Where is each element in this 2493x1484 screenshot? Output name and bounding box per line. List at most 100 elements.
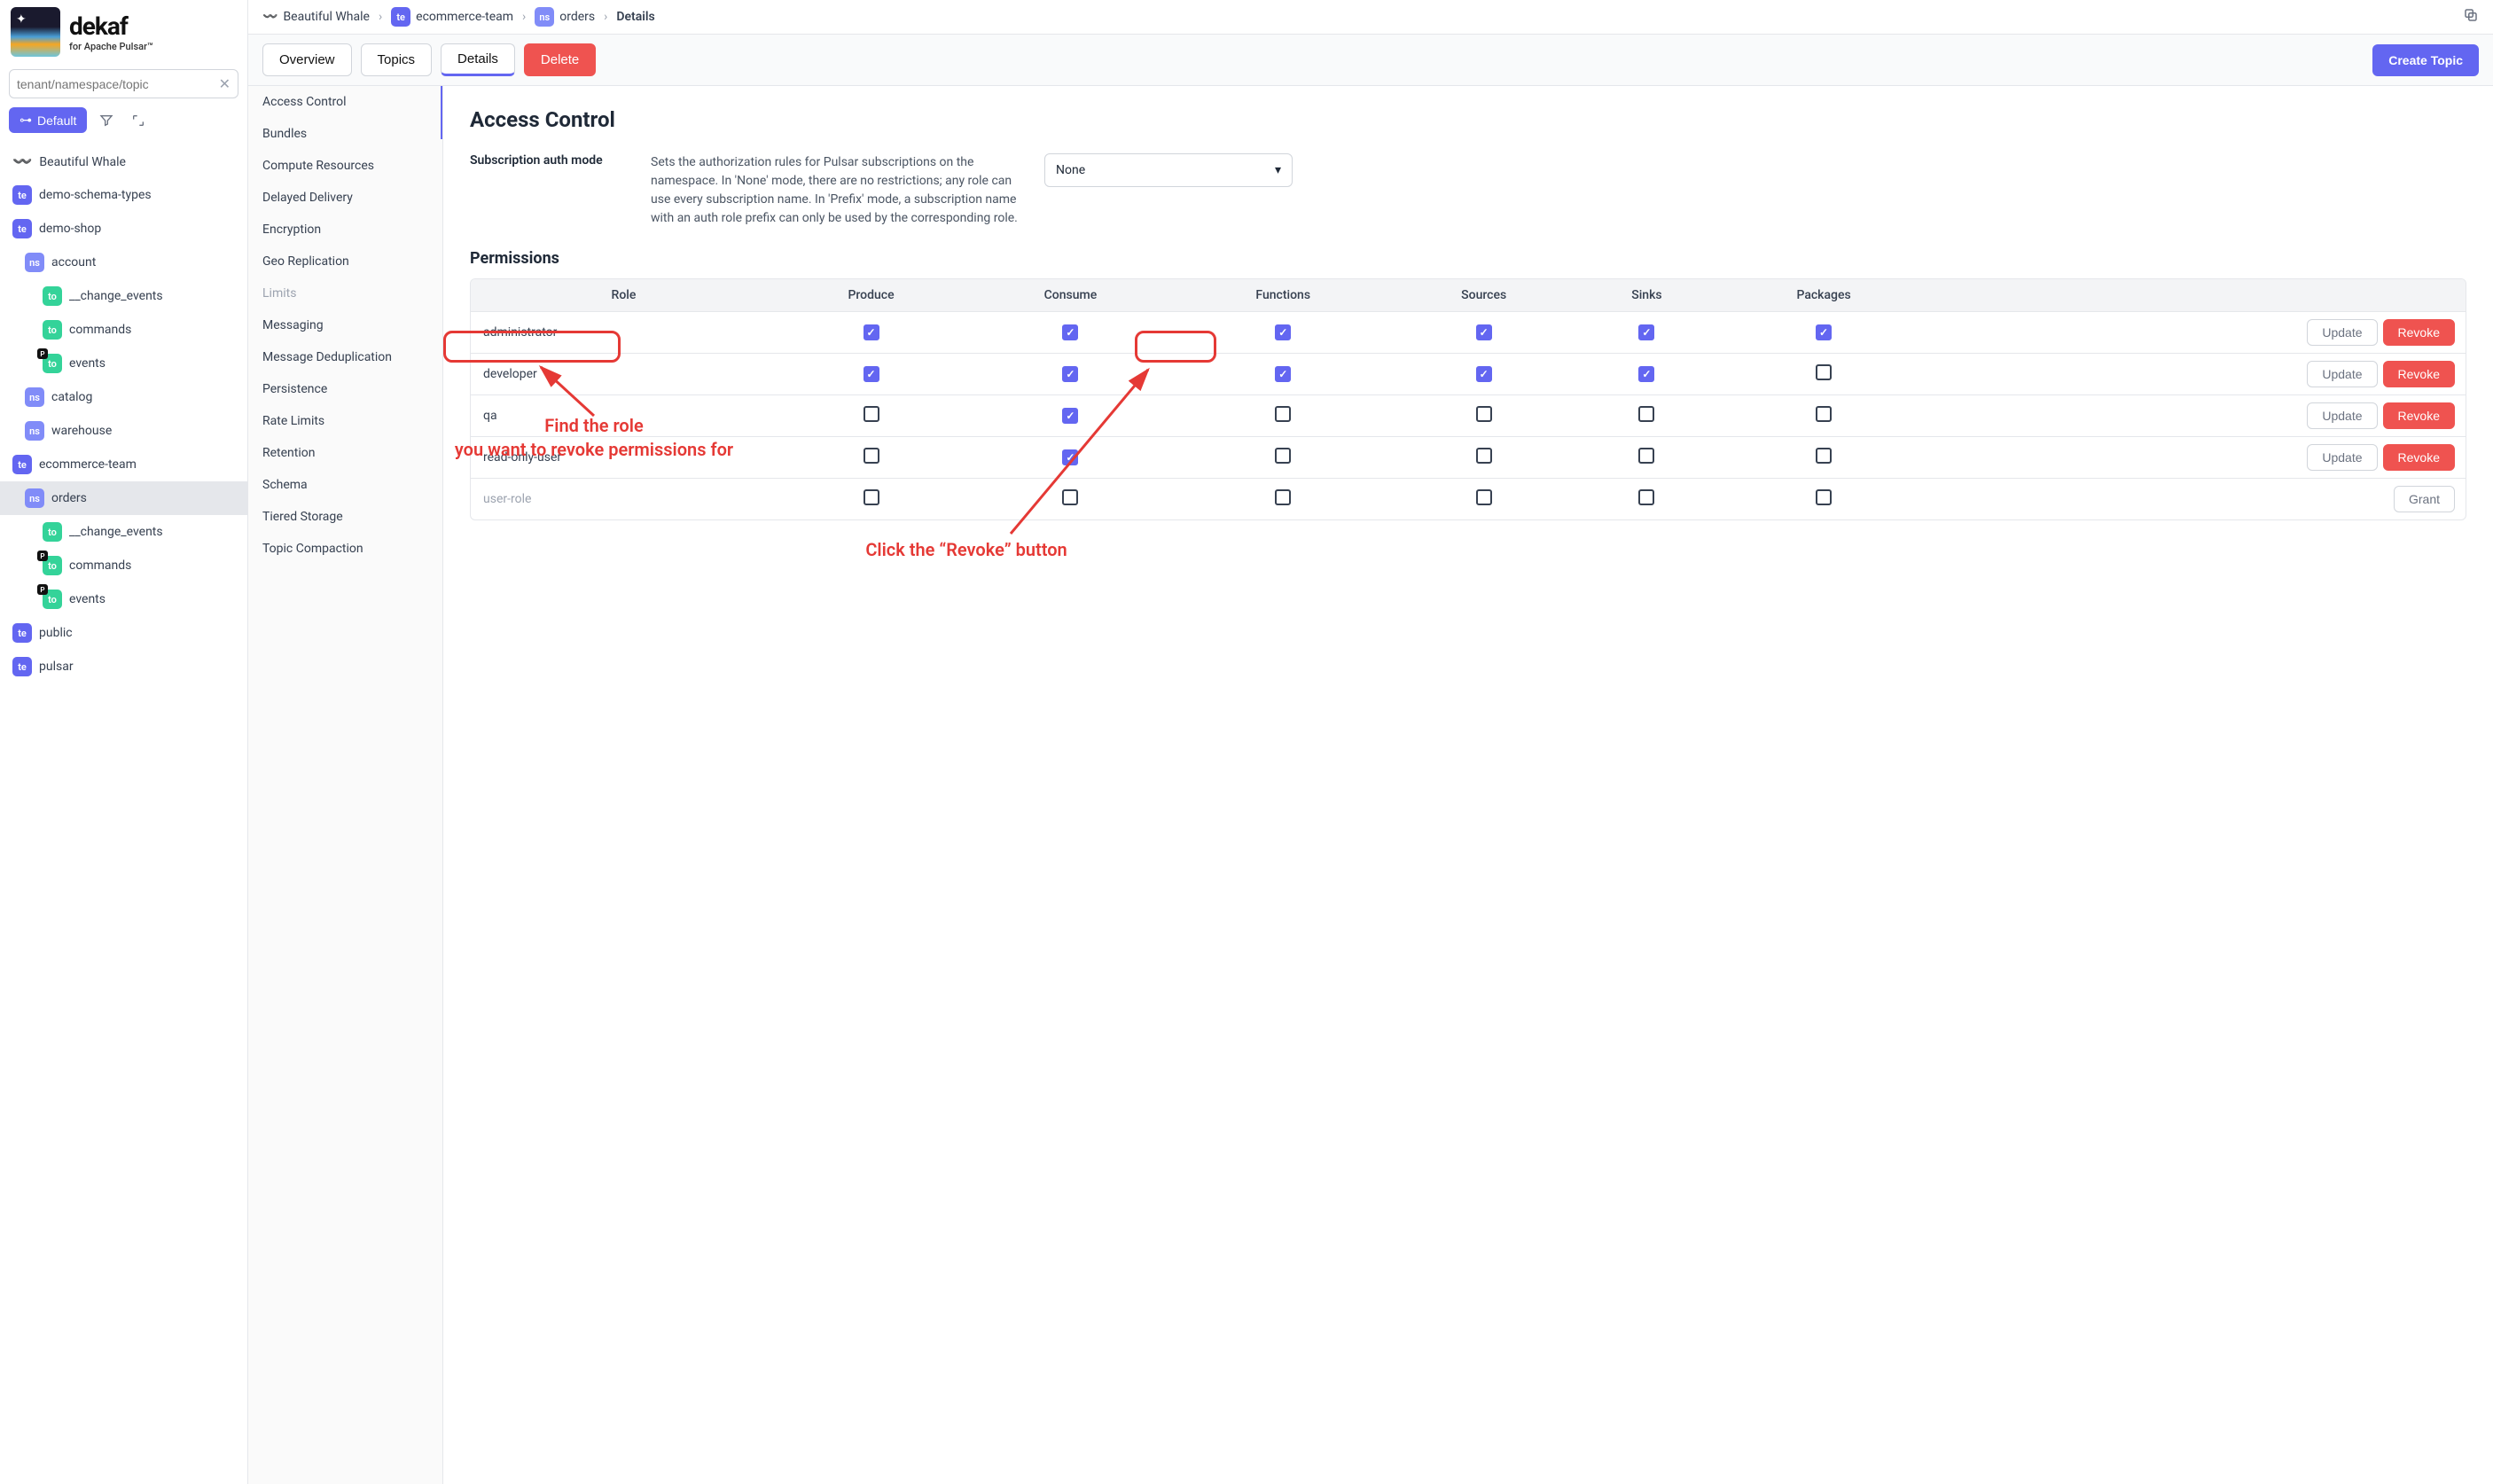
tab-bar: Overview Topics Details Delete Create To… xyxy=(248,35,2493,86)
search-input-container[interactable]: ✕ xyxy=(9,69,238,98)
clear-icon[interactable]: ✕ xyxy=(219,75,231,92)
checkbox-sources[interactable] xyxy=(1476,324,1492,340)
breadcrumb-whale[interactable]: 〰️ Beautiful Whale xyxy=(262,10,370,24)
settings-rate[interactable]: Rate Limits xyxy=(248,405,442,437)
revoke-button[interactable]: Revoke xyxy=(2383,361,2455,387)
checkbox-sources[interactable] xyxy=(1476,366,1492,382)
checkbox-sources[interactable] xyxy=(1476,406,1492,422)
settings-schema[interactable]: Schema xyxy=(248,469,442,501)
settings-retention[interactable]: Retention xyxy=(248,437,442,469)
settings-delayed[interactable]: Delayed Delivery xyxy=(248,182,442,214)
update-button[interactable]: Update xyxy=(2307,402,2377,429)
tree-label: warehouse xyxy=(51,424,112,438)
tree-item-beautiful-whale[interactable]: 〰️ Beautiful Whale xyxy=(0,145,247,178)
checkbox-consume[interactable] xyxy=(1062,324,1078,340)
tab-topics[interactable]: Topics xyxy=(361,43,433,76)
checkbox-consume[interactable] xyxy=(1062,449,1078,465)
col-functions: Functions xyxy=(1176,279,1391,312)
tree-item-demo-schema[interactable]: te demo-schema-types xyxy=(0,178,247,212)
checkbox-produce[interactable] xyxy=(864,366,879,382)
create-topic-button[interactable]: Create Topic xyxy=(2372,44,2479,76)
settings-nav: Access Control Bundles Compute Resources… xyxy=(248,86,443,1484)
checkbox-packages[interactable] xyxy=(1816,406,1832,422)
breadcrumb-bar: 〰️ Beautiful Whale › te ecommerce-team ›… xyxy=(248,0,2493,35)
revoke-button[interactable]: Revoke xyxy=(2383,319,2455,346)
checkbox-sources[interactable] xyxy=(1476,489,1492,505)
breadcrumb-namespace[interactable]: ns orders xyxy=(535,7,595,27)
checkbox-produce[interactable] xyxy=(864,489,879,505)
settings-limits[interactable]: Limits xyxy=(248,277,442,309)
checkbox-functions[interactable] xyxy=(1275,489,1291,505)
default-button[interactable]: ⊶ Default xyxy=(9,107,87,133)
checkbox-sinks[interactable] xyxy=(1638,489,1654,505)
settings-tiered[interactable]: Tiered Storage xyxy=(248,501,442,533)
copy-icon[interactable] xyxy=(2463,7,2479,27)
tree-item-catalog[interactable]: ns catalog xyxy=(0,380,247,414)
checkbox-functions[interactable] xyxy=(1275,448,1291,464)
annotation-click-revoke: Click the “Revoke” button xyxy=(816,538,1117,562)
tree-item-commands-2[interactable]: to commands xyxy=(0,549,247,582)
tab-overview[interactable]: Overview xyxy=(262,43,352,76)
namespace-badge: ns xyxy=(25,488,44,508)
settings-dedup[interactable]: Message Deduplication xyxy=(248,341,442,373)
update-button[interactable]: Update xyxy=(2307,444,2377,471)
checkbox-sinks[interactable] xyxy=(1638,448,1654,464)
checkbox-functions[interactable] xyxy=(1275,406,1291,422)
tree-label: commands xyxy=(69,558,131,573)
checkbox-packages[interactable] xyxy=(1816,448,1832,464)
checkbox-functions[interactable] xyxy=(1275,366,1291,382)
settings-compaction[interactable]: Topic Compaction xyxy=(248,533,442,565)
checkbox-packages[interactable] xyxy=(1816,489,1832,505)
settings-bundles[interactable]: Bundles xyxy=(248,118,442,150)
checkbox-packages[interactable] xyxy=(1816,324,1832,340)
update-button[interactable]: Update xyxy=(2307,361,2377,387)
checkbox-consume[interactable] xyxy=(1062,366,1078,382)
checkbox-sinks[interactable] xyxy=(1638,366,1654,382)
tree-item-warehouse[interactable]: ns warehouse xyxy=(0,414,247,448)
grant-button[interactable]: Grant xyxy=(2394,486,2455,512)
table-row: developerUpdateRevoke xyxy=(471,354,2466,395)
tree-label: ecommerce-team xyxy=(39,457,137,472)
settings-encryption[interactable]: Encryption xyxy=(248,214,442,246)
checkbox-consume[interactable] xyxy=(1062,408,1078,424)
filter-icon[interactable] xyxy=(94,108,119,133)
tree-item-commands[interactable]: to commands xyxy=(0,313,247,347)
tree-label: catalog xyxy=(51,390,92,404)
expand-icon[interactable] xyxy=(126,108,151,133)
tree-item-ecommerce-team[interactable]: te ecommerce-team xyxy=(0,448,247,481)
breadcrumb-tenant[interactable]: te ecommerce-team xyxy=(391,7,513,27)
tree-item-public[interactable]: te public xyxy=(0,616,247,650)
checkbox-sources[interactable] xyxy=(1476,448,1492,464)
tree-item-change-events[interactable]: to __change_events xyxy=(0,279,247,313)
tree-item-account[interactable]: ns account xyxy=(0,246,247,279)
tree-item-change-events-2[interactable]: to __change_events xyxy=(0,515,247,549)
topic-badge: to xyxy=(43,522,62,542)
checkbox-sinks[interactable] xyxy=(1638,324,1654,340)
checkbox-consume[interactable] xyxy=(1062,489,1078,505)
select-value: None xyxy=(1056,163,1085,177)
checkbox-functions[interactable] xyxy=(1275,324,1291,340)
revoke-button[interactable]: Revoke xyxy=(2383,444,2455,471)
tab-delete[interactable]: Delete xyxy=(524,43,596,76)
checkbox-packages[interactable] xyxy=(1816,364,1832,380)
checkbox-sinks[interactable] xyxy=(1638,406,1654,422)
settings-compute[interactable]: Compute Resources xyxy=(248,150,442,182)
settings-access-control[interactable]: Access Control xyxy=(248,86,442,118)
auth-mode-select[interactable]: None ▾ xyxy=(1044,153,1293,187)
tree-item-pulsar[interactable]: te pulsar xyxy=(0,650,247,683)
tree-item-events[interactable]: to events xyxy=(0,347,247,380)
settings-persistence[interactable]: Persistence xyxy=(248,373,442,405)
update-button[interactable]: Update xyxy=(2307,319,2377,346)
tree-item-demo-shop[interactable]: te demo-shop xyxy=(0,212,247,246)
revoke-button[interactable]: Revoke xyxy=(2383,402,2455,429)
checkbox-produce[interactable] xyxy=(864,406,879,422)
settings-messaging[interactable]: Messaging xyxy=(248,309,442,341)
search-input[interactable] xyxy=(17,77,219,91)
tab-details[interactable]: Details xyxy=(441,43,515,76)
checkbox-produce[interactable] xyxy=(864,448,879,464)
tree-item-orders[interactable]: ns orders xyxy=(0,481,247,515)
checkbox-produce[interactable] xyxy=(864,324,879,340)
namespace-badge: ns xyxy=(25,253,44,272)
tree-item-events-2[interactable]: to events xyxy=(0,582,247,616)
settings-geo[interactable]: Geo Replication xyxy=(248,246,442,277)
